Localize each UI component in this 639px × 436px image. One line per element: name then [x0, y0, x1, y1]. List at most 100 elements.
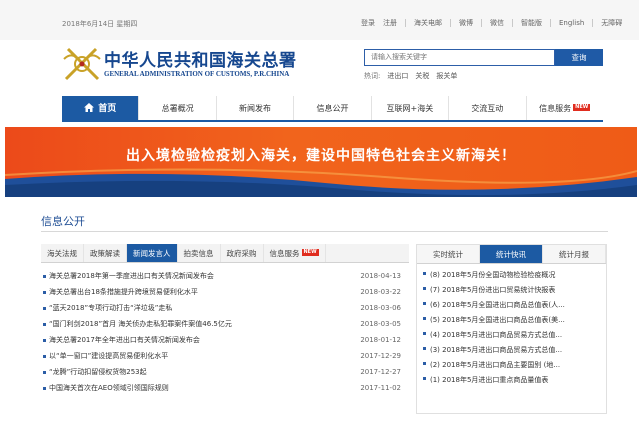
- stat-item[interactable]: (7) 2018年5月份进出口贸易统计快报表: [423, 283, 603, 298]
- nav-info-disclosure[interactable]: 信息公开: [294, 96, 372, 120]
- news-date: 2018-01-12: [360, 336, 401, 344]
- nav-internet-plus-customs[interactable]: 互联网+海关: [372, 96, 450, 120]
- statistics-tabs: 实时统计 统计快讯 统计月报: [417, 245, 606, 264]
- news-title: 以“单一窗口”建设提高贸易便利化水平: [49, 352, 169, 360]
- statistics-panel: 实时统计 统计快讯 统计月报 (8) 2018年5月份全国动物检验检疫概况 (7…: [416, 244, 607, 414]
- nav-home-label: 首页: [98, 104, 117, 114]
- bullet-icon: [423, 317, 426, 320]
- tab-auction-info[interactable]: 拍卖信息: [178, 244, 221, 262]
- stat-item[interactable]: (2) 2018年5月进出口商品主要国别 (地...: [423, 358, 603, 373]
- divider: [481, 19, 482, 27]
- stat-item[interactable]: (5) 2018年5月全国进出口商品总值表(美...: [423, 313, 603, 328]
- news-item[interactable]: 中国海关首次在AEO领域引领国际规则 2017-11-02: [41, 380, 409, 396]
- stat-item[interactable]: (4) 2018年5月进出口商品贸易方式总值...: [423, 328, 603, 343]
- bullet-icon: [43, 323, 46, 326]
- weibo-link[interactable]: 微博: [455, 18, 477, 28]
- site-subtitle: GENERAL ADMINISTRATION OF CUSTOMS, P.R.C…: [104, 70, 290, 78]
- promo-banner[interactable]: 出入境检验检疫划入海关，建设中国特色社会主义新海关！: [5, 127, 637, 197]
- top-utility-bar: 2018年6月14日 星期四 登录 注册 海关电邮 微博 微信 智能版 Engl…: [0, 0, 639, 40]
- hot-word[interactable]: 报关单: [436, 71, 457, 81]
- divider: [592, 19, 594, 27]
- nav-interaction[interactable]: 交流互动: [449, 96, 527, 120]
- news-title: 海关总署出台18条措施提升跨境贸易便利化水平: [49, 288, 198, 296]
- stat-item[interactable]: (8) 2018年5月份全国动物检验检疫概况: [423, 268, 603, 283]
- divider: [550, 19, 551, 27]
- site-logo[interactable]: 中华人民共和国海关总署 GENERAL ADMINISTRATION OF CU…: [62, 44, 342, 86]
- nav-info-service[interactable]: 信息服务 NEW: [527, 96, 603, 120]
- tab-government-procurement[interactable]: 政府采购: [221, 244, 264, 262]
- tab-policy-interpretation[interactable]: 政策解读: [84, 244, 127, 262]
- tab-spokesperson[interactable]: 新闻发言人: [127, 244, 178, 262]
- top-links: 登录 注册 海关电邮 微博 微信 智能版 English 无障碍: [357, 18, 626, 28]
- search-input[interactable]: 请输入搜索关键字: [364, 49, 555, 66]
- news-date: 2018-03-06: [360, 304, 401, 312]
- news-item[interactable]: 海关总署2017年全年进出口有关情况新闻发布会 2018-01-12: [41, 332, 409, 348]
- stat-item[interactable]: (3) 2018年5月进出口商品贸易方式总值...: [423, 343, 603, 358]
- divider: [512, 19, 513, 27]
- news-item[interactable]: “国门利剑2018”首月 海关侦办走私犯罪案件案值46.5亿元 2018-03-0…: [41, 316, 409, 332]
- customs-emblem-icon: [63, 47, 101, 81]
- nav-home[interactable]: 首页: [62, 96, 140, 120]
- news-date: 2017-11-02: [360, 384, 401, 392]
- hot-word[interactable]: 进出口: [387, 71, 408, 81]
- accessibility-link[interactable]: 无障碍: [597, 18, 626, 28]
- hot-words: 热词: 进出口 关税 报关单: [364, 71, 457, 81]
- info-tabs: 海关法规 政策解读 新闻发言人 拍卖信息 政府采购 信息服务 NEW: [41, 244, 409, 263]
- stat-title: (7) 2018年5月份进出口贸易统计快报表: [430, 286, 556, 294]
- news-item[interactable]: 海关总署出台18条措施提升跨境贸易便利化水平 2018-03-22: [41, 284, 409, 300]
- bullet-icon: [423, 287, 426, 290]
- bullet-icon: [43, 291, 46, 294]
- news-date: 2018-03-05: [360, 320, 401, 328]
- bullet-icon: [423, 377, 426, 380]
- mobile-version-link[interactable]: 智能版: [517, 18, 546, 28]
- banner-slogan: 出入境检验检疫划入海关，建设中国特色社会主义新海关！: [126, 148, 516, 164]
- news-title: “国门利剑2018”首月 海关侦办走私犯罪案件案值46.5亿元: [49, 320, 232, 328]
- bullet-icon: [423, 302, 426, 305]
- tab-stats-monthly[interactable]: 统计月报: [543, 245, 606, 263]
- tab-realtime-stats[interactable]: 实时统计: [417, 245, 480, 263]
- bullet-icon: [423, 347, 426, 350]
- stat-title: (5) 2018年5月全国进出口商品总值表(美...: [430, 316, 565, 324]
- news-item[interactable]: 海关总署2018年第一季度进出口有关情况新闻发布会 2018-04-13: [41, 268, 409, 284]
- customs-email-link[interactable]: 海关电邮: [410, 18, 446, 28]
- tab-stats-bulletin[interactable]: 统计快讯: [480, 245, 543, 263]
- new-badge: NEW: [573, 104, 591, 111]
- tab-regulations[interactable]: 海关法规: [41, 244, 84, 262]
- statistics-list: (8) 2018年5月份全国动物检验检疫概况 (7) 2018年5月份进出口贸易…: [417, 264, 606, 388]
- news-item[interactable]: “蓝天2018”专项行动打击“洋垃圾”走私 2018-03-06: [41, 300, 409, 316]
- english-link[interactable]: English: [555, 19, 588, 27]
- nav-overview[interactable]: 总署概况: [139, 96, 217, 120]
- hot-words-label: 热词:: [364, 72, 381, 80]
- bullet-icon: [43, 275, 46, 278]
- hot-word[interactable]: 关税: [415, 71, 429, 81]
- register-link[interactable]: 注册: [379, 18, 401, 28]
- stat-title: (3) 2018年5月进出口商品贸易方式总值...: [430, 346, 563, 354]
- bullet-icon: [43, 307, 46, 310]
- news-item[interactable]: “龙腾”行动扣留侵权货物253起 2017-12-27: [41, 364, 409, 380]
- stat-title: (2) 2018年5月进出口商品主要国别 (地...: [430, 361, 561, 369]
- bullet-icon: [423, 332, 426, 335]
- search-button[interactable]: 查询: [555, 49, 603, 66]
- tab-info-service-label: 信息服务: [269, 249, 300, 258]
- wechat-link[interactable]: 微信: [486, 18, 508, 28]
- bullet-icon: [43, 387, 46, 390]
- login-link[interactable]: 登录: [357, 18, 379, 28]
- tab-info-service[interactable]: 信息服务 NEW: [264, 244, 326, 262]
- bullet-icon: [43, 339, 46, 342]
- news-date: 2018-04-13: [360, 272, 401, 280]
- nav-news-release[interactable]: 新闻发布: [217, 96, 295, 120]
- divider: [450, 19, 451, 27]
- divider: [405, 19, 406, 27]
- news-date: 2017-12-29: [360, 352, 401, 360]
- stat-title: (4) 2018年5月进出口商品贸易方式总值...: [430, 331, 563, 339]
- bullet-icon: [43, 355, 46, 358]
- main-nav: 首页 总署概况 新闻发布 信息公开 互联网+海关 交流互动 信息服务 NEW: [62, 96, 603, 122]
- news-title: 海关总署2017年全年进出口有关情况新闻发布会: [49, 336, 200, 344]
- stat-item[interactable]: (6) 2018年5月全国进出口商品总值表(人...: [423, 298, 603, 313]
- news-item[interactable]: 以“单一窗口”建设提高贸易便利化水平 2017-12-29: [41, 348, 409, 364]
- stat-item[interactable]: (1) 2018年5月进出口重点商品量值表: [423, 373, 603, 388]
- stat-title: (1) 2018年5月进出口重点商品量值表: [430, 376, 549, 384]
- section-title: 信息公开: [41, 215, 85, 228]
- current-date: 2018年6月14日 星期四: [62, 20, 138, 28]
- stat-title: (6) 2018年5月全国进出口商品总值表(人...: [430, 301, 565, 309]
